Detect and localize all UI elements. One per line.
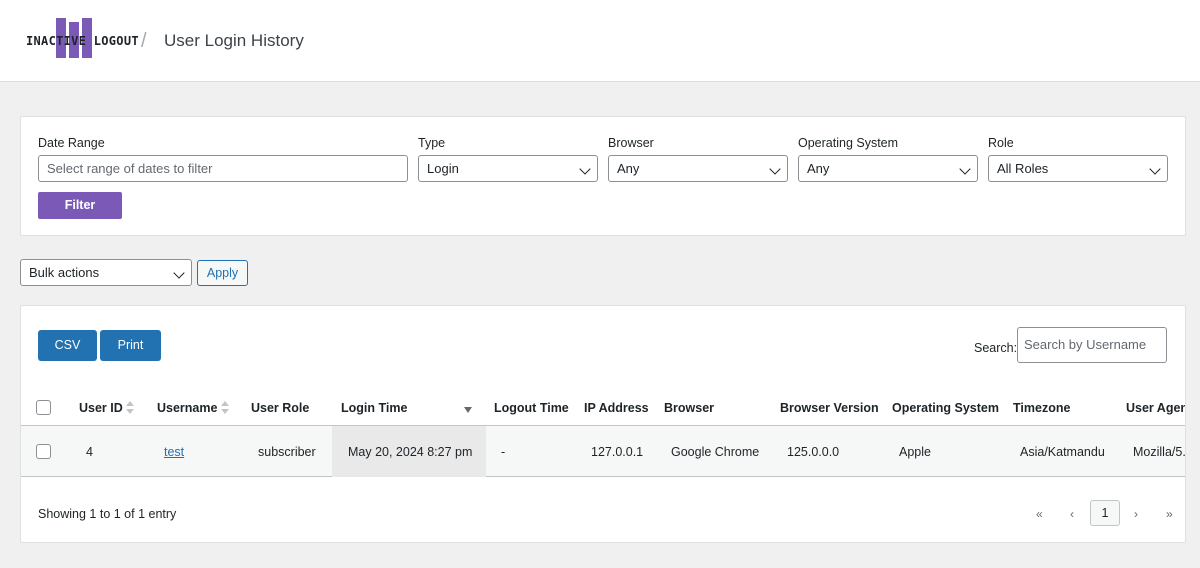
chevron-down-icon: [579, 163, 591, 175]
cell-user-id: 4: [86, 445, 93, 459]
browser-label: Browser: [608, 136, 654, 150]
os-select-value: Any: [807, 161, 830, 176]
cell-user-role: subscriber: [258, 445, 316, 459]
select-all-checkbox[interactable]: [36, 400, 51, 415]
column-header-user-id[interactable]: User ID: [79, 401, 123, 415]
top-bar: INACTIVE LOGOUT / User Login History: [0, 0, 1200, 82]
column-header-username[interactable]: Username: [157, 401, 217, 415]
login-history-table-card: CSV Print Search: Search by Username Use…: [20, 305, 1186, 543]
cell-user-agent: Mozilla/5.0: [1133, 445, 1186, 459]
logo-text: INACTIVE LOGOUT: [26, 34, 139, 48]
browser-select[interactable]: Any: [608, 155, 788, 182]
sort-icon[interactable]: [221, 401, 229, 415]
search-input[interactable]: Search by Username: [1017, 327, 1167, 363]
search-label: Search:: [974, 341, 1018, 355]
column-header-user-role: User Role: [251, 401, 310, 415]
inactive-logout-logo[interactable]: INACTIVE LOGOUT: [26, 18, 139, 60]
cell-logout-time: -: [501, 445, 506, 459]
cell-username-link[interactable]: test: [164, 445, 184, 459]
column-header-timezone: Timezone: [1013, 401, 1071, 415]
column-header-ip-address: IP Address: [584, 401, 649, 415]
cell-operating-system: Apple: [899, 445, 931, 459]
role-select[interactable]: All Roles: [988, 155, 1168, 182]
table-row: 4 test subscriber May 20, 2024 8:27 pm -…: [21, 426, 1186, 477]
table-info: Showing 1 to 1 of 1 entry: [38, 507, 177, 521]
type-select[interactable]: Login: [418, 155, 598, 182]
chevron-down-icon: [959, 163, 971, 175]
role-select-value: All Roles: [997, 161, 1049, 176]
chevron-down-icon: [769, 163, 781, 175]
first-page-icon[interactable]: «: [1036, 507, 1043, 521]
type-select-value: Login: [427, 161, 459, 176]
type-label: Type: [418, 136, 446, 150]
cell-login-time: May 20, 2024 8:27 pm: [348, 445, 473, 459]
print-button[interactable]: Print: [100, 330, 161, 361]
sort-icon[interactable]: [126, 401, 134, 415]
os-select[interactable]: Any: [798, 155, 978, 182]
column-header-logout-time: Logout Time: [494, 401, 569, 415]
browser-select-value: Any: [617, 161, 640, 176]
column-header-user-agent: User Agen: [1126, 401, 1186, 415]
date-range-label: Date Range: [38, 136, 105, 150]
os-label: Operating System: [798, 136, 899, 150]
bulk-actions-value: Bulk actions: [29, 265, 100, 280]
column-header-browser-version: Browser Version: [780, 401, 879, 415]
cell-browser-version: 125.0.0.0: [787, 445, 840, 459]
cell-ip-address: 127.0.0.1: [591, 445, 644, 459]
row-checkbox[interactable]: [36, 444, 51, 459]
previous-page-icon[interactable]: ‹: [1070, 507, 1074, 521]
filter-button[interactable]: Filter: [38, 192, 122, 219]
apply-button[interactable]: Apply: [197, 260, 248, 286]
breadcrumb-separator: /: [141, 30, 147, 52]
csv-button[interactable]: CSV: [38, 330, 97, 361]
date-range-input[interactable]: Select range of dates to filter: [38, 155, 408, 182]
sort-descending-icon[interactable]: [464, 407, 472, 413]
chevron-down-icon: [173, 267, 185, 279]
chevron-down-icon: [1149, 163, 1161, 175]
page-title: User Login History: [164, 31, 304, 50]
page-1-button[interactable]: 1: [1090, 500, 1120, 526]
last-page-icon[interactable]: »: [1166, 507, 1173, 521]
cell-browser: Google Chrome: [671, 445, 760, 459]
next-page-icon[interactable]: ›: [1134, 507, 1138, 521]
role-label: Role: [988, 136, 1014, 150]
cell-timezone: Asia/Katmandu: [1020, 445, 1105, 459]
column-header-browser: Browser: [664, 401, 715, 415]
bulk-actions-select[interactable]: Bulk actions: [20, 259, 192, 286]
column-header-login-time[interactable]: Login Time: [341, 401, 407, 415]
filters-panel: Date Range Select range of dates to filt…: [20, 116, 1186, 236]
column-header-operating-system: Operating System: [892, 401, 999, 415]
